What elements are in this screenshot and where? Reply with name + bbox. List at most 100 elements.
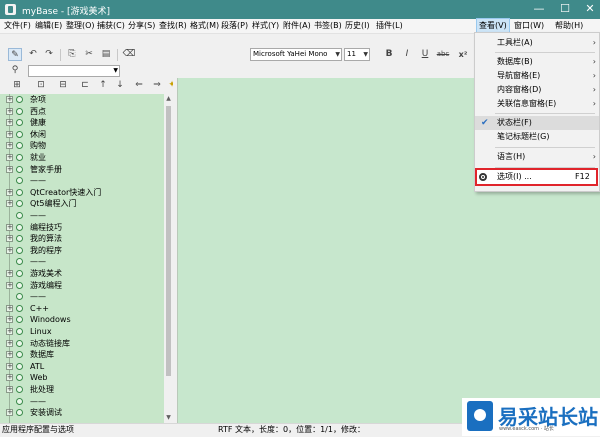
expand-icon[interactable]: +: [6, 154, 13, 161]
expand-icon[interactable]: +: [6, 142, 13, 150]
pencil-icon[interactable]: ✎: [8, 48, 22, 61]
tree-node[interactable]: + 动态链接库: [0, 338, 164, 350]
tree-node[interactable]: + QtCreator快速入门: [0, 187, 164, 199]
tree-node[interactable]: + Qt5编程入门: [0, 198, 164, 210]
expand-icon[interactable]: +: [6, 119, 13, 127]
bold-button[interactable]: B: [382, 48, 396, 61]
menu-organize[interactable]: 整理(O): [64, 19, 97, 33]
underline-button[interactable]: U: [418, 48, 432, 61]
search-input[interactable]: ▼: [28, 65, 120, 77]
menu-window[interactable]: 窗口(W): [512, 19, 546, 33]
tree-node[interactable]: + ATL: [0, 361, 164, 373]
move-right-icon[interactable]: ⇒: [150, 79, 164, 92]
menu-edit[interactable]: 编辑(E): [33, 19, 64, 33]
eraser-icon[interactable]: ⌫: [122, 48, 136, 61]
tree-node[interactable]: ——: [0, 256, 164, 268]
expand-icon[interactable]: +: [6, 96, 13, 103]
expand-icon[interactable]: +: [6, 165, 13, 173]
tree-node[interactable]: + 我的算法: [0, 233, 164, 245]
expand-icon[interactable]: +: [6, 339, 13, 347]
expand-icon[interactable]: +: [6, 386, 13, 393]
tree-node[interactable]: + 批处理: [0, 384, 164, 396]
tree-node[interactable]: + 我的程序: [0, 245, 164, 257]
tree-node[interactable]: + Linux: [0, 326, 164, 338]
menu-item-database[interactable]: 数据库(B) ›: [475, 55, 599, 69]
copy-icon[interactable]: ⎘: [65, 48, 79, 61]
menu-paragraph[interactable]: 段落(P): [219, 19, 250, 33]
menu-item-nav-pane[interactable]: 导航窗格(E) ›: [475, 69, 599, 83]
menu-item-content-pane[interactable]: 内容窗格(D) ›: [475, 83, 599, 97]
cut-icon[interactable]: ✂: [82, 48, 96, 61]
indent-icon[interactable]: ⊏: [78, 79, 92, 92]
tree-node[interactable]: + 杂项: [0, 94, 164, 106]
font-family-select[interactable]: Microsoft YaHei Mono ▼: [250, 48, 342, 61]
expand-icon[interactable]: +: [6, 409, 13, 417]
tree-node[interactable]: + Web: [0, 372, 164, 384]
tree-node[interactable]: + 就业: [0, 152, 164, 164]
outline-tree[interactable]: + 杂项 + 西点 + 健康 + 休闲 + 购物 + 就业 + 管家手册 —— + QtCrea…: [0, 94, 164, 423]
add-child-icon[interactable]: ⊟: [56, 79, 70, 92]
expand-icon[interactable]: +: [6, 281, 13, 289]
expand-icon[interactable]: +: [6, 200, 13, 208]
scroll-thumb[interactable]: [166, 106, 171, 376]
menu-style[interactable]: 样式(Y): [250, 19, 281, 33]
minimize-button[interactable]: —: [526, 0, 552, 19]
expand-icon[interactable]: +: [6, 235, 13, 243]
tree-scrollbar[interactable]: ▲ ▼: [164, 94, 173, 423]
menu-bookmark[interactable]: 书签(B): [312, 19, 344, 33]
expand-icon[interactable]: +: [6, 304, 13, 312]
italic-button[interactable]: I: [400, 48, 414, 61]
tree-node[interactable]: ——: [0, 396, 164, 408]
menu-item-toolbar[interactable]: 工具栏(A) ›: [475, 36, 599, 50]
add-sibling-icon[interactable]: ⊡: [34, 79, 48, 92]
tree-node[interactable]: ——: [0, 175, 164, 187]
tree-node[interactable]: + 休闲: [0, 129, 164, 141]
scroll-up-icon[interactable]: ▲: [164, 94, 173, 104]
tree-node[interactable]: ——: [0, 291, 164, 303]
search-icon[interactable]: ⚲: [8, 64, 22, 77]
tree-node[interactable]: + 游戏美术: [0, 268, 164, 280]
move-down-icon[interactable]: ↓: [113, 79, 127, 92]
menu-item-note-title-bar[interactable]: 笔记标题栏(G): [475, 130, 599, 144]
font-size-select[interactable]: 11 ▼: [344, 48, 370, 61]
menu-file[interactable]: 文件(F): [2, 19, 33, 33]
expand-icon[interactable]: +: [6, 351, 13, 359]
expand-icon[interactable]: +: [6, 130, 13, 138]
move-left-icon[interactable]: ⇐: [132, 79, 146, 92]
menu-share[interactable]: 分享(S): [126, 19, 157, 33]
close-button[interactable]: ✕: [577, 0, 600, 19]
superscript-button[interactable]: x²: [456, 48, 470, 61]
tree-node[interactable]: + Winodows: [0, 314, 164, 326]
redo-icon[interactable]: ↷: [42, 48, 56, 61]
tree-node[interactable]: ——: [0, 210, 164, 222]
tree-view-icon[interactable]: ⊞: [10, 79, 24, 92]
expand-icon[interactable]: +: [6, 362, 13, 370]
move-up-icon[interactable]: ↑: [96, 79, 110, 92]
expand-icon[interactable]: +: [6, 316, 13, 324]
paste-icon[interactable]: ▤: [99, 48, 113, 61]
menu-item-related-pane[interactable]: 关联信息窗格(E) ›: [475, 97, 599, 111]
tree-node[interactable]: + 游戏编程: [0, 280, 164, 292]
expand-icon[interactable]: +: [6, 107, 13, 115]
maximize-button[interactable]: ☐: [552, 0, 578, 19]
menu-item-statusbar[interactable]: ✔ 状态栏(F): [475, 116, 599, 130]
tree-node[interactable]: + 健康: [0, 117, 164, 129]
expand-icon[interactable]: +: [6, 270, 13, 277]
menu-help[interactable]: 帮助(H): [553, 19, 585, 33]
expand-icon[interactable]: +: [6, 223, 13, 231]
menu-find[interactable]: 查找(R): [157, 19, 189, 33]
expand-icon[interactable]: +: [6, 328, 13, 335]
tree-node[interactable]: + 购物: [0, 140, 164, 152]
tree-node[interactable]: + 管家手册: [0, 164, 164, 176]
menu-item-language[interactable]: 语言(H) ›: [475, 150, 599, 164]
expand-icon[interactable]: +: [6, 188, 13, 196]
tree-node[interactable]: + 编程技巧: [0, 222, 164, 234]
menu-capture[interactable]: 捕获(C): [95, 19, 127, 33]
expand-icon[interactable]: +: [6, 246, 13, 254]
menu-plugin[interactable]: 插件(L): [374, 19, 405, 33]
expand-icon[interactable]: +: [6, 374, 13, 382]
tree-node[interactable]: + 西点: [0, 106, 164, 118]
menu-history[interactable]: 历史(I): [343, 19, 372, 33]
scroll-down-icon[interactable]: ▼: [164, 413, 173, 423]
strikethrough-button[interactable]: abc: [435, 48, 451, 61]
